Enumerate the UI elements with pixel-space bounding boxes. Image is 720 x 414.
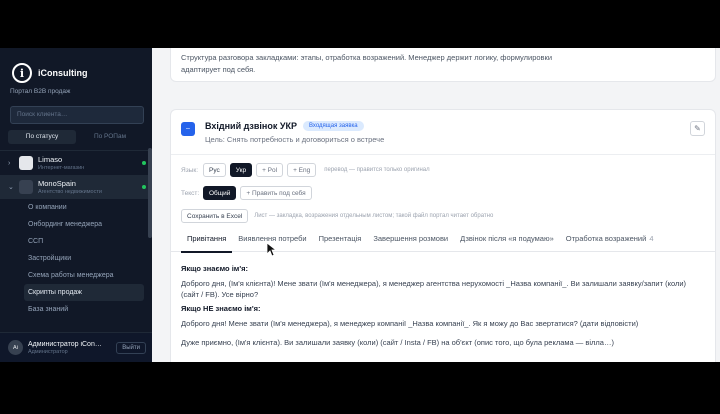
user-panel: Ai Администратор iCon… Администратор Вый… bbox=[0, 332, 152, 362]
lang-ru-button[interactable]: Рус bbox=[203, 163, 226, 177]
tab-count: 4 bbox=[649, 234, 654, 243]
filter-by-status[interactable]: По статусу bbox=[8, 130, 76, 144]
intro-card: Структура разговора закладками: этапы, о… bbox=[170, 48, 716, 82]
client-type: Интернет-магазин bbox=[38, 165, 85, 171]
lang-ua-button[interactable]: Укр bbox=[229, 163, 253, 177]
nav-item-ssp[interactable]: ССП bbox=[24, 233, 152, 250]
text-mode-row: Текст: Общий + Править под себя bbox=[171, 185, 715, 201]
add-lang-eng-button[interactable]: + Eng bbox=[287, 163, 317, 177]
main-content: Структура разговора закладками: этапы, о… bbox=[152, 48, 720, 362]
sidebar: i iConsulting Портал B2B продаж Поиск кл… bbox=[0, 48, 152, 362]
language-note: перевод — правится только оригинал bbox=[324, 167, 430, 173]
intro-text: Структура разговора закладками: этапы, о… bbox=[181, 53, 553, 74]
status-dot bbox=[142, 185, 146, 189]
text-mode-custom-button[interactable]: + Править под себя bbox=[240, 186, 312, 200]
language-row: Язык: Рус Укр + Pol + Eng перевод — прав… bbox=[171, 162, 715, 178]
excel-row: Сохранить в Excel Лист — закладка, возра… bbox=[171, 208, 715, 224]
client-avatar bbox=[19, 180, 33, 194]
nav-item-workflow[interactable]: Схема работы менеджера bbox=[24, 267, 152, 284]
client-name: MonoSpain bbox=[38, 179, 76, 188]
client-item-monospain[interactable]: ⌄ MonoSpain Агентство недвижимости bbox=[0, 175, 152, 199]
user-role: Администратор bbox=[28, 348, 68, 355]
client-nav: О компании Онбординг менеджера ССП Застр… bbox=[0, 199, 152, 318]
brand: i iConsulting bbox=[0, 48, 152, 84]
nav-item-developers[interactable]: Застройщики bbox=[24, 250, 152, 267]
section-text: Доброго дня, (Ім'я клієнта)! Мене звати … bbox=[181, 279, 687, 299]
portal-label: Портал B2B продаж bbox=[10, 88, 71, 95]
script-content: Якщо знаємо ім'я: Доброго дня, (Ім'я клі… bbox=[171, 252, 715, 348]
status-badge: Входящая заявка bbox=[302, 121, 364, 131]
avatar: Ai bbox=[8, 340, 23, 355]
script-header: – Вхідний дзвінок УКР Входящая заявка Це… bbox=[171, 110, 715, 150]
add-lang-pol-button[interactable]: + Pol bbox=[256, 163, 284, 177]
section-heading: Якщо НЕ знаємо ім'я: bbox=[181, 304, 261, 313]
client-item-limaso[interactable]: › Limaso Интернет-магазин bbox=[0, 151, 152, 175]
chevron-right-icon: › bbox=[8, 159, 11, 167]
client-avatar bbox=[19, 156, 33, 170]
app-window: i iConsulting Портал B2B продаж Поиск кл… bbox=[0, 48, 720, 362]
info-logo-icon: i bbox=[12, 63, 32, 83]
script-card: – Вхідний дзвінок УКР Входящая заявка Це… bbox=[170, 109, 716, 362]
nav-item-knowledge-base[interactable]: База знаний bbox=[24, 301, 152, 318]
script-goal: Цель: Снять потребность и договориться о… bbox=[205, 135, 385, 144]
client-name: Limaso bbox=[38, 155, 63, 164]
excel-note: Лист — закладка, возражения отдельным ли… bbox=[254, 213, 494, 219]
script-tabs: Привітання Виявлення потреби Презентація… bbox=[171, 234, 715, 253]
script-title: Вхідний дзвінок УКР bbox=[205, 121, 297, 131]
tab-closing[interactable]: Завершення розмови bbox=[367, 234, 454, 252]
section-text: Доброго дня! Мене звати (Ім'я менеджера)… bbox=[181, 319, 639, 328]
section-text: Дуже приємно, (Ім'я клієнта). Ви залишал… bbox=[181, 338, 614, 347]
nav-item-onboarding[interactable]: Онбординг менеджера bbox=[24, 216, 152, 233]
filter-toggle: По статусу По РОПам bbox=[8, 130, 144, 144]
filter-by-rop[interactable]: По РОПам bbox=[76, 130, 144, 144]
tab-follow-up-call[interactable]: Дзвінок після «я подумаю» bbox=[454, 234, 560, 252]
text-mode-common-button[interactable]: Общий bbox=[203, 186, 237, 200]
nav-item-about[interactable]: О компании bbox=[24, 199, 152, 216]
tab-objections-label: Отработка возражений bbox=[565, 234, 647, 243]
divider bbox=[171, 154, 715, 155]
client-search-input[interactable]: Поиск клиента… bbox=[10, 106, 144, 124]
chevron-down-icon: ⌄ bbox=[8, 184, 14, 191]
logout-button[interactable]: Выйти bbox=[116, 341, 146, 354]
collapse-icon[interactable]: – bbox=[181, 122, 195, 136]
section-heading: Якщо знаємо ім'я: bbox=[181, 264, 249, 273]
edit-pencil-icon[interactable]: ✎ bbox=[690, 121, 705, 136]
nav-item-sales-scripts[interactable]: Скрипты продаж bbox=[24, 284, 144, 301]
mouse-cursor-icon bbox=[267, 243, 277, 257]
tab-presentation[interactable]: Презентація bbox=[313, 234, 368, 252]
save-excel-button[interactable]: Сохранить в Excel bbox=[181, 209, 249, 223]
brand-name: iConsulting bbox=[38, 68, 88, 78]
language-label: Язык: bbox=[181, 166, 198, 174]
text-label: Текст: bbox=[181, 189, 200, 197]
status-dot bbox=[142, 161, 146, 165]
tab-greeting[interactable]: Привітання bbox=[181, 234, 233, 253]
user-name: Администратор iCon… bbox=[28, 340, 102, 348]
client-type: Агентство недвижимости bbox=[38, 189, 102, 195]
tab-objections[interactable]: Отработка возражений 4 bbox=[560, 234, 660, 252]
